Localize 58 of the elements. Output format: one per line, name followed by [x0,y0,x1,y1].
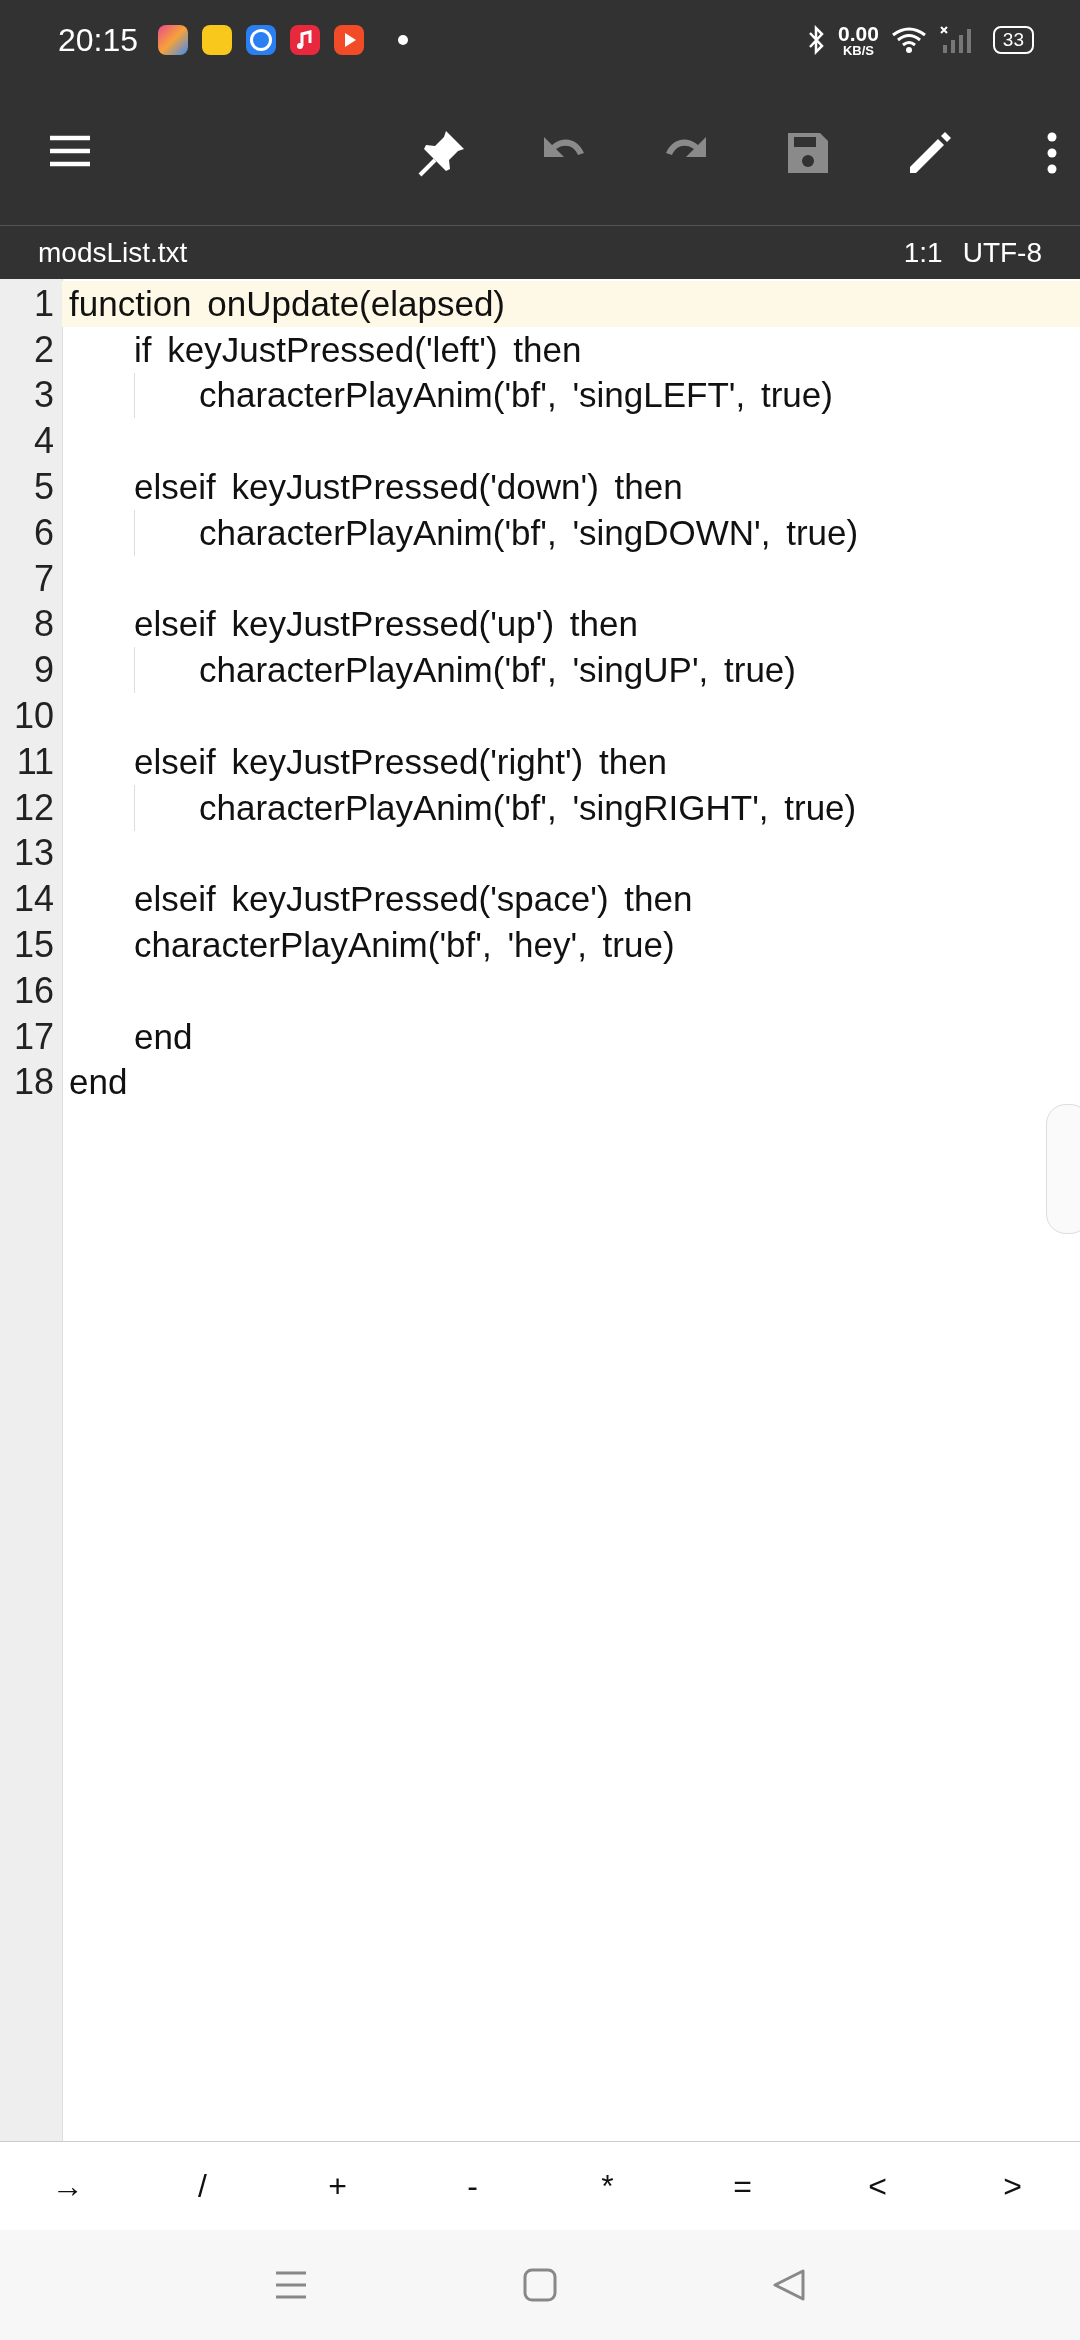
line-number: 16 [12,969,55,1012]
code-text: function onUpdate(elapsed) [69,283,505,324]
play-icon [334,25,365,55]
signal-icon [938,25,973,55]
code-text: elseif keyJustPressed('right') then [134,741,668,782]
code-text: characterPlayAnim('bf', 'singRIGHT', true) [199,787,857,828]
line-number: 4 [32,420,55,463]
symbol-key[interactable]: - [405,2142,540,2230]
home-icon[interactable] [523,2268,557,2302]
symbol-key[interactable]: / [135,2142,270,2230]
line-number: 9 [32,649,55,692]
clock-time: 20:15 [58,21,139,59]
music-icon [290,25,321,55]
line-number: 10 [12,695,55,738]
file-name: modsList.txt [38,236,188,269]
line-number: 5 [32,466,55,509]
symbol-key[interactable]: > [945,2142,1080,2230]
battery-indicator: 33 [992,26,1034,54]
line-number: 3 [32,374,55,417]
line-number: 6 [32,511,55,554]
code-text: characterPlayAnim('bf', 'hey', true) [134,925,675,966]
line-number: 8 [32,603,55,646]
line-number: 18 [12,1061,55,1104]
code-text: end [69,1062,128,1103]
symbol-key[interactable]: = [675,2142,810,2230]
app-icon [246,25,277,55]
back-icon[interactable] [772,2268,806,2302]
app-icon [202,25,233,55]
line-number: 17 [12,1015,55,1058]
line-number: 11 [15,740,55,783]
code-text: if keyJustPressed('left') then [134,329,582,370]
notification-dot-icon [398,35,409,45]
code-text: characterPlayAnim('bf', 'singLEFT', true) [199,375,833,416]
bluetooth-icon [806,25,826,55]
wifi-icon [890,25,927,55]
line-number: 13 [12,832,55,875]
encoding-label: UTF-8 [962,236,1042,269]
code-text: elseif keyJustPressed('up') then [134,604,638,645]
line-number: 12 [12,786,55,829]
cursor-position: 1:1 [903,236,943,269]
line-number: 2 [32,328,55,371]
network-speed-unit: KB/S [842,44,874,57]
symbol-key[interactable]: → [0,2142,135,2230]
symbol-key[interactable]: < [810,2142,945,2230]
scroll-handle[interactable] [1046,1104,1080,1234]
code-text: end [134,1016,193,1057]
symbol-key[interactable]: * [540,2142,675,2230]
code-text: elseif keyJustPressed('down') then [134,467,683,508]
code-text: characterPlayAnim('bf', 'singDOWN', true) [199,512,859,553]
line-number: 7 [32,557,55,600]
line-number: 1 [32,282,55,325]
line-number: 14 [12,878,55,921]
code-text: characterPlayAnim('bf', 'singUP', true) [199,650,796,691]
line-number: 15 [12,924,55,967]
code-text: elseif keyJustPressed('space') then [134,879,693,920]
network-speed: 0.00 [838,23,879,44]
app-icon [158,25,189,55]
symbol-key[interactable]: + [270,2142,405,2230]
